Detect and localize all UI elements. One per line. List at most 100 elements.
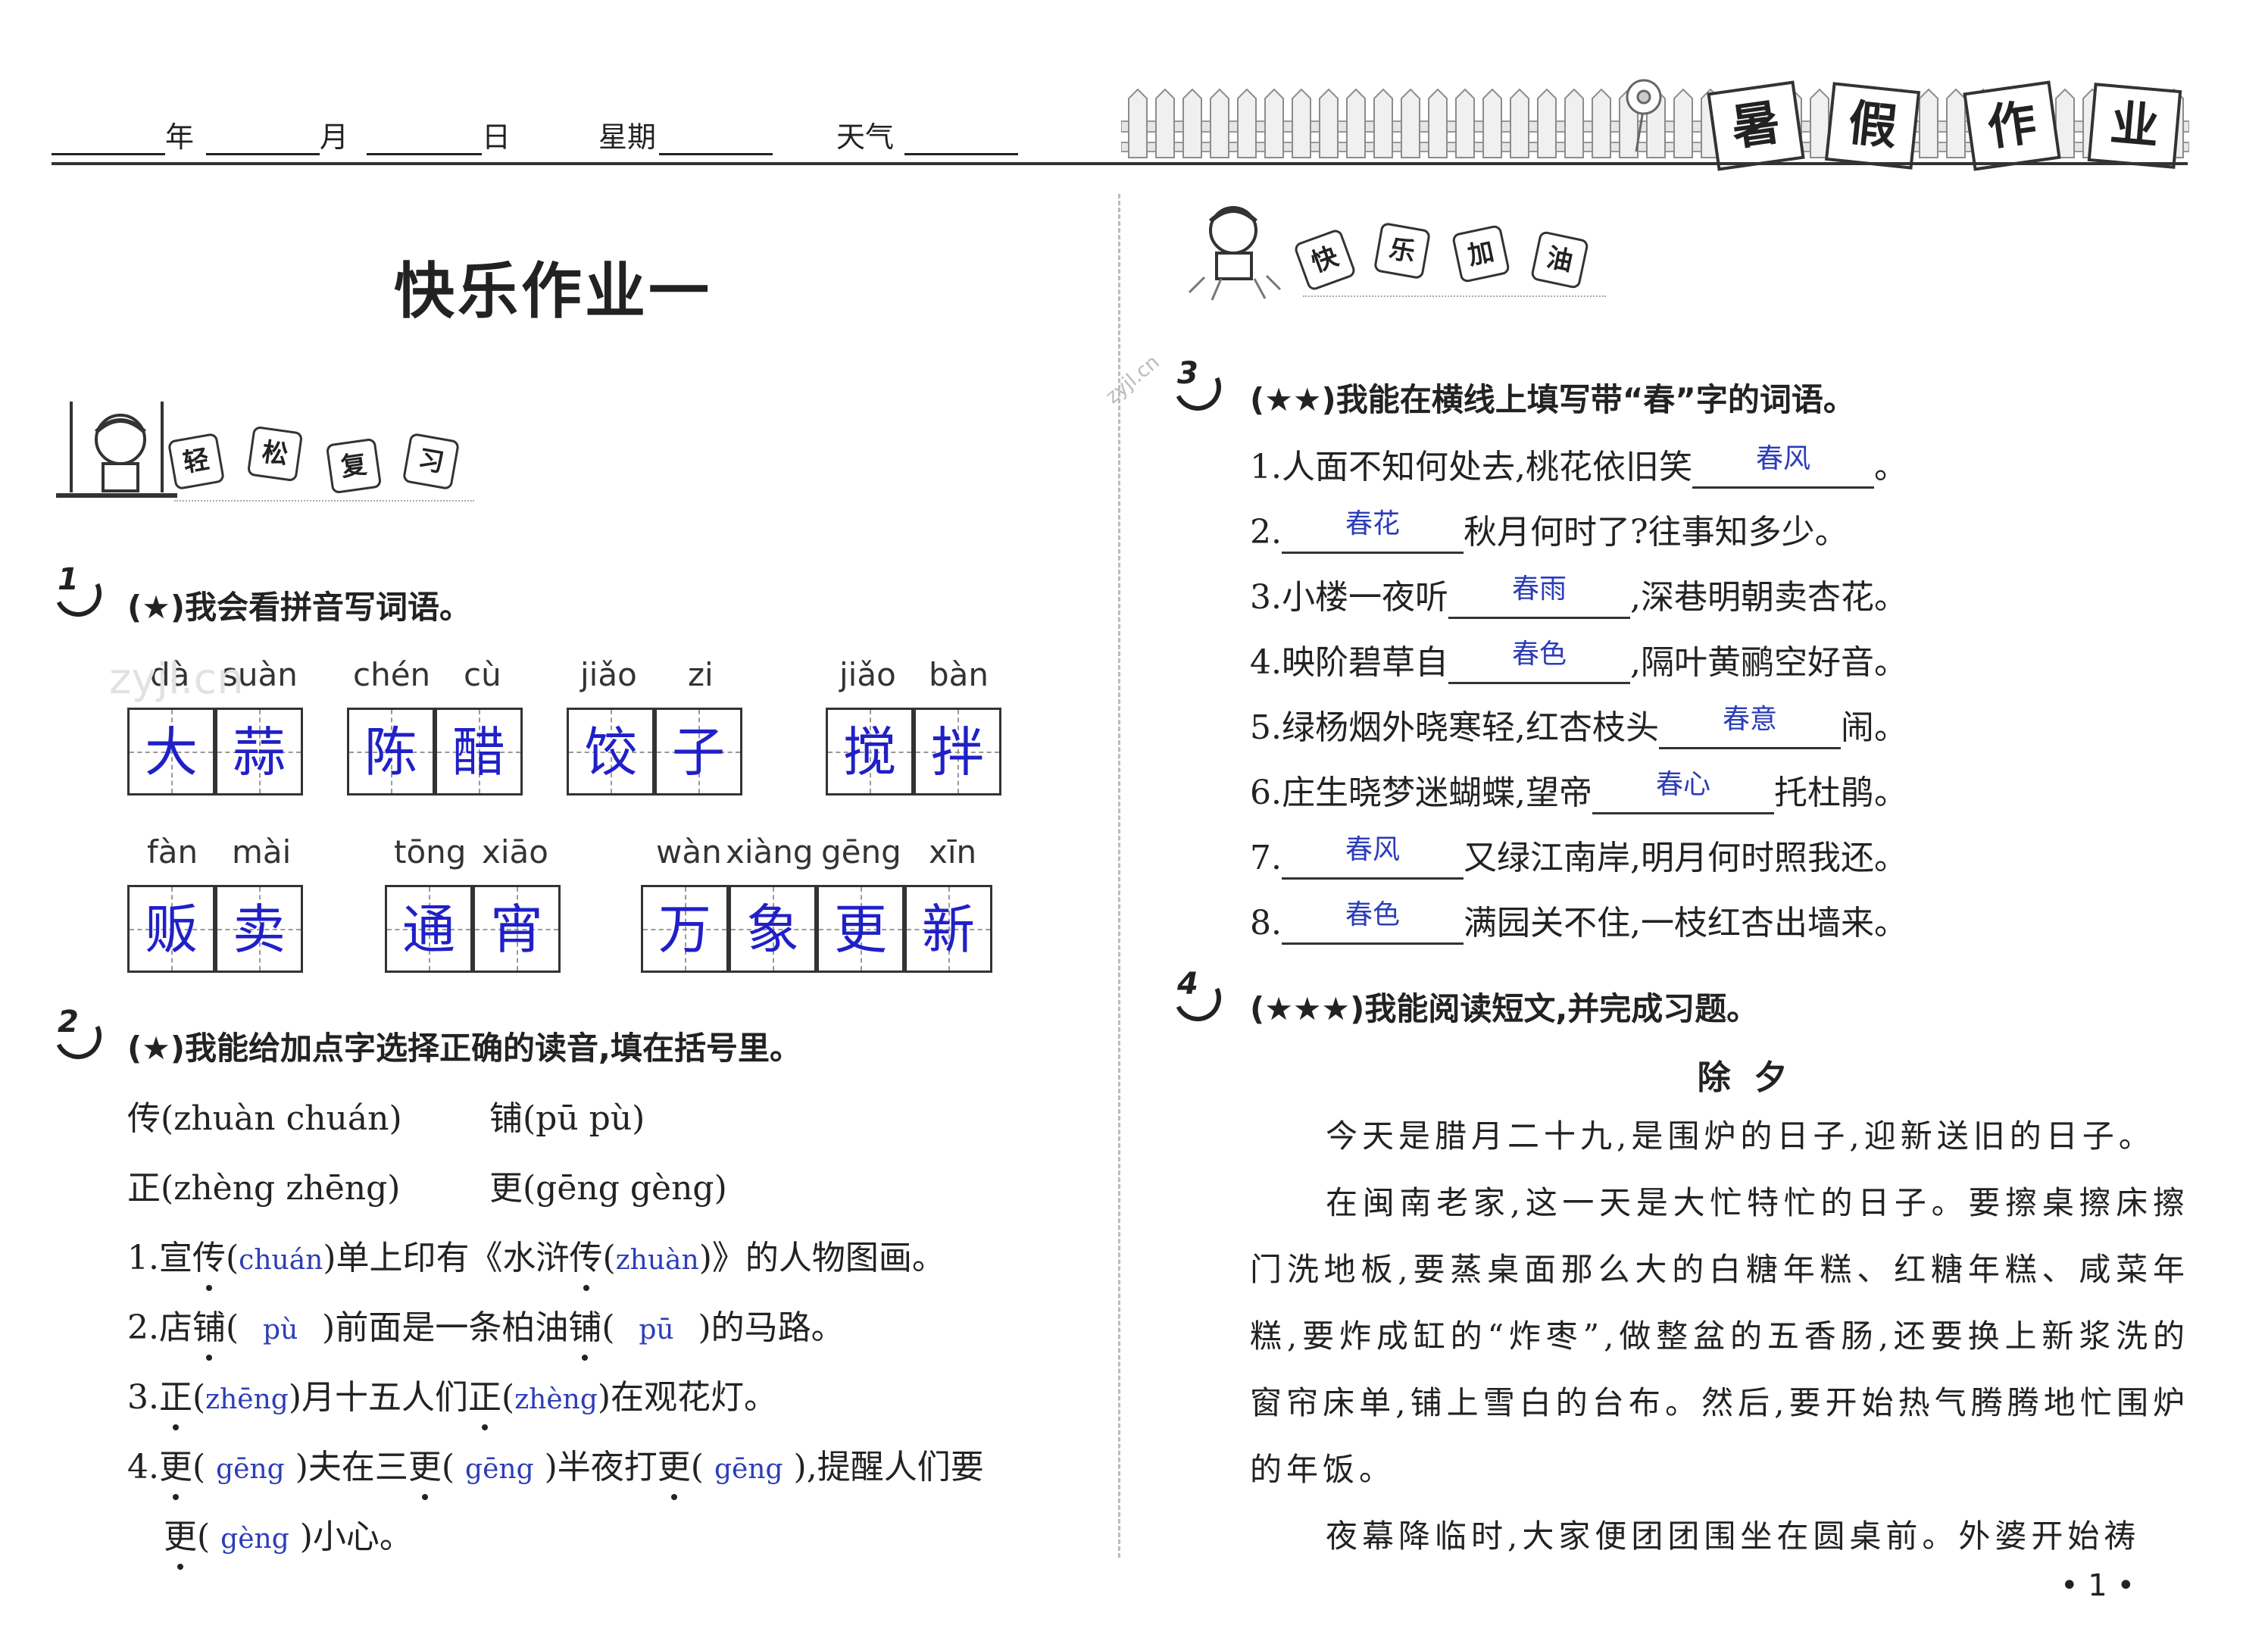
answer-blank[interactable]: 春雨 [1448,574,1630,619]
q3-item-7: 7. 春风 又绿江南岸,明月何时照我还。 [1250,830,1907,880]
q4-heading: (★★★)我能阅读短文,并完成习题。 [1250,990,1759,1027]
pinyin: wàn [656,833,722,871]
weekday-label: 星期 [598,120,657,154]
fence-picket [1482,88,1502,158]
answer-text[interactable]: gèng [220,1524,289,1555]
fence-picket [1428,88,1448,158]
year-label: 年 [165,120,195,154]
dotted-char: 更 [658,1439,691,1500]
weekday-field[interactable]: 星期 [598,114,773,155]
answer-text[interactable]: zhèng [514,1384,598,1415]
answer-cell[interactable]: 更 [817,885,904,973]
fence-picket [1292,88,1311,158]
passage-paragraph: 今天是腊月二十九,是围炉的日子,迎新送旧的日子。 [1326,1117,2155,1155]
fence-picket [1537,88,1557,158]
answer-cell[interactable]: 搅 [826,708,914,795]
fence-picket [1401,88,1420,158]
weather-field[interactable]: 天气 [836,114,1019,155]
answer-text[interactable]: pū [615,1314,698,1346]
reading-option: 铺(pū pù) [489,1099,645,1138]
fence-picket [1182,88,1202,158]
pinyin: xīn [929,833,977,871]
header-rule [52,162,2188,165]
month-field[interactable]: 月 [206,114,348,155]
pinyin: cù [464,656,501,693]
day-field[interactable]: 日 [367,114,511,155]
fence-picket [1592,88,1611,158]
pinyin: zi [688,656,714,693]
answer-cell[interactable]: 象 [729,885,817,973]
answer-cell[interactable]: 大 [127,708,215,795]
answer-text[interactable]: zhēng [205,1384,289,1415]
fence-picket [1346,88,1366,158]
answer-text[interactable]: gēng [465,1454,534,1485]
answer-blank[interactable]: 春风 [1281,834,1464,880]
answer-text[interactable]: pù [239,1314,322,1346]
answer-cell[interactable]: 宵 [473,885,561,973]
pinyin: chén [353,656,431,693]
q2-item-4: 4.更( gēng )夫在三更( gēng )半夜打更( gēng ),提醒人们… [127,1439,984,1500]
answer-cell[interactable]: 万 [641,885,729,973]
fence-picket [1373,88,1393,158]
page-title: 快乐作业一 [394,256,712,327]
section-badge-1: 轻 [167,432,226,491]
answer-cell[interactable]: 子 [654,708,742,795]
answer-cell[interactable]: 新 [904,885,992,973]
passage-title: 除 夕 [1697,1058,1788,1097]
q3-item-8: 8. 春色 满园关不住,一枝红杏出墙来。 [1250,896,1907,945]
pinyin: mài [232,833,292,871]
section-underline [1303,295,1606,297]
answer-cell[interactable]: 贩 [127,885,215,973]
section-badge-3: 加 [1451,223,1511,284]
fence-picket [1564,88,1584,158]
answer-cell[interactable]: 拌 [914,708,1001,795]
answer-cell[interactable]: 陈 [347,708,435,795]
fence-picket [1455,88,1475,158]
answer-cell[interactable]: 饺 [567,708,654,795]
fence-picket [1919,88,1938,158]
dotted-char: 铺 [192,1300,226,1361]
answer-cell[interactable]: 蒜 [215,708,303,795]
fence-picket [1510,88,1529,158]
section-underline [174,500,474,502]
answer-blank[interactable]: 春色 [1448,639,1630,684]
question-number: 4 [1177,967,1198,1002]
year-field[interactable]: 年 [52,114,194,155]
dotted-char: 更 [159,1439,192,1500]
weather-label: 天气 [836,120,895,154]
answer-text[interactable]: chuán [239,1245,323,1276]
pinyin: jiǎo [839,656,896,693]
answer-blank[interactable]: 春花 [1281,508,1464,554]
q1-heading: (★)我会看拼音写词语。 [127,589,472,626]
reading-option: 更(gēng gèng) [489,1169,727,1208]
day-label: 日 [482,120,511,154]
answer-blank[interactable]: 春色 [1281,899,1464,945]
q3-item-2: 2. 春花 秋月何时了?往事知多少。 [1250,505,1848,554]
q3-item-1: 1.人面不知何处去,桃花依旧笑 春风。 [1250,439,1907,489]
girl-sitting-illustration [1188,206,1282,301]
fence-picket [1673,88,1693,158]
pinyin: tōng [394,833,467,871]
answer-text[interactable]: zhuàn [616,1245,699,1276]
dotted-char: 更 [164,1509,197,1570]
q2-item-1: 1.宣传(chuán)单上印有《水浒传(zhuàn)》的人物图画。 [127,1230,945,1291]
answer-blank[interactable]: 春心 [1592,769,1774,814]
q2-item-4-continued: 更( gèng )小心。 [164,1509,413,1570]
reading-option: 传(zhuàn chuán) [127,1099,402,1138]
pinyin: xiàng [726,833,814,871]
passage-paragraph: 夜幕降临时,大家便团团围坐在圆桌前。外婆开始祷 [1326,1518,2141,1555]
answer-blank[interactable]: 春意 [1658,704,1841,749]
answer-text[interactable]: gēng [216,1454,285,1485]
answer-cell[interactable]: 通 [385,885,473,973]
q3-item-5: 5.绿杨烟外晓寒轻,红杏枝头 春意 闹。 [1250,700,1907,749]
answer-blank[interactable]: 春风 [1692,443,1874,489]
watermark: zyjl.cn [109,655,244,704]
answer-text[interactable]: gēng [714,1454,783,1485]
answer-cell[interactable]: 卖 [215,885,303,973]
answer-cell[interactable]: 醋 [435,708,523,795]
month-label: 月 [320,120,349,154]
fence-picket [1319,88,1339,158]
section-badge-2: 松 [246,425,304,483]
fence-picket [1155,88,1175,158]
section-badge-4: 习 [401,432,461,491]
